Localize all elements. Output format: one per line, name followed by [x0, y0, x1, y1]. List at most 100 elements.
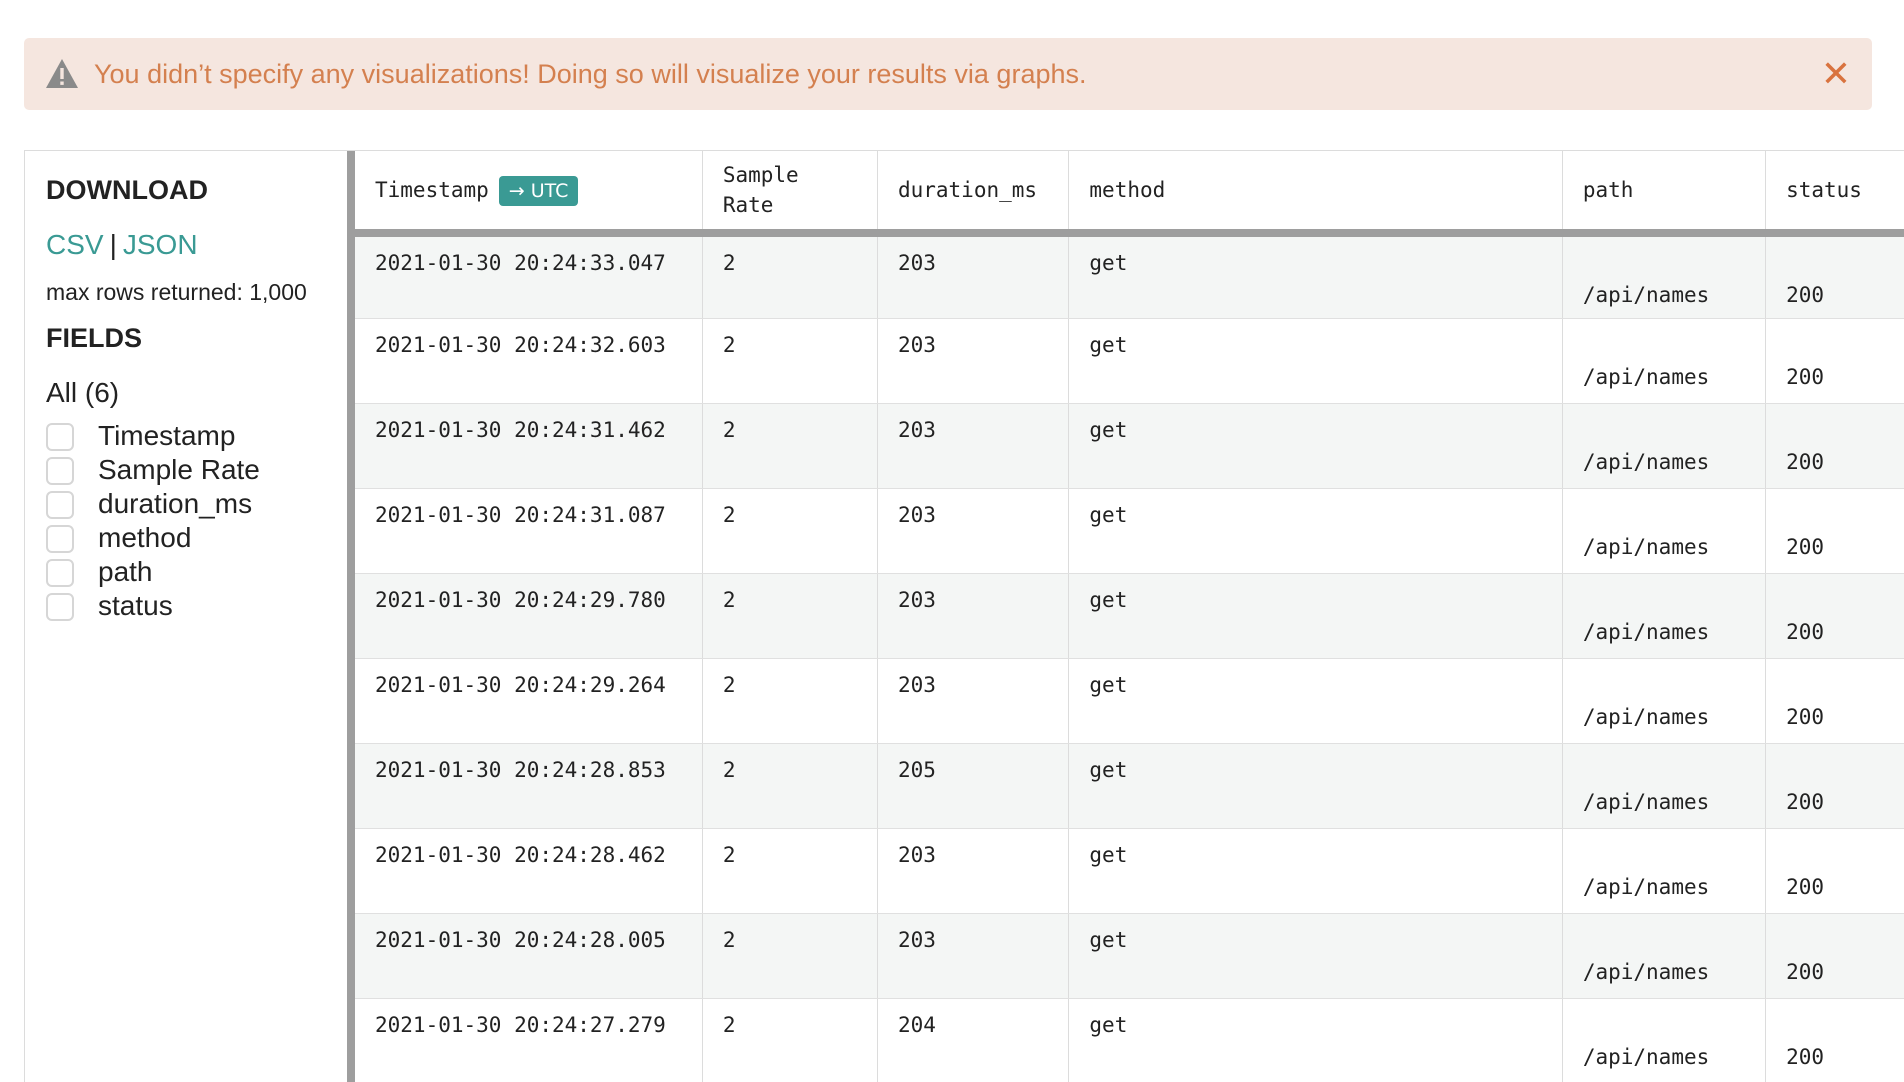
utc-toggle-button[interactable]: → UTC: [498, 175, 579, 206]
results-table: Timestamp → UTC Sample Rate duration_ms m…: [355, 151, 1904, 1082]
banner-message: You didn’t specify any visualizations! D…: [94, 59, 1087, 89]
table-row: 2021-01-30 20:24:32.603 2 203 get /api/n…: [355, 318, 1904, 404]
table-row: 2021-01-30 20:24:29.264 2 203 get /api/n…: [355, 658, 1904, 744]
cell-status: 200: [1765, 828, 1904, 914]
cell-path: /api/names: [1562, 743, 1767, 829]
field-checkbox[interactable]: [46, 559, 74, 587]
column-header-path[interactable]: path: [1562, 151, 1767, 233]
cell-path: /api/names: [1562, 233, 1767, 319]
field-item-path[interactable]: path: [46, 555, 326, 589]
cell-method: get: [1068, 488, 1563, 574]
field-checkbox[interactable]: [46, 525, 74, 553]
field-item-status[interactable]: status: [46, 589, 326, 623]
cell-sample-rate: 2: [702, 658, 878, 744]
cell-duration-ms: 203: [877, 828, 1070, 914]
table-row: 2021-01-30 20:24:31.087 2 203 get /api/n…: [355, 488, 1904, 574]
cell-duration-ms: 203: [877, 573, 1070, 659]
sidebar-resize-handle[interactable]: [347, 151, 355, 1082]
cell-timestamp: 2021-01-30 20:24:28.005: [355, 913, 703, 999]
cell-status: 200: [1765, 318, 1904, 404]
cell-sample-rate: 2: [702, 318, 878, 404]
cell-duration-ms: 205: [877, 743, 1070, 829]
field-label: duration_ms: [98, 488, 253, 519]
cell-method: get: [1068, 658, 1563, 744]
table-row: 2021-01-30 20:24:28.853 2 205 get /api/n…: [355, 743, 1904, 829]
table-row: 2021-01-30 20:24:33.047 2 203 get /api/n…: [355, 233, 1904, 319]
warning-icon: [46, 59, 78, 88]
cell-status: 200: [1765, 573, 1904, 659]
field-item-sample-rate[interactable]: Sample Rate: [46, 453, 326, 487]
cell-duration-ms: 203: [877, 233, 1070, 319]
cell-timestamp: 2021-01-30 20:24:31.087: [355, 488, 703, 574]
column-header-method[interactable]: method: [1068, 151, 1563, 233]
cell-timestamp: 2021-01-30 20:24:33.047: [355, 233, 703, 319]
cell-path: /api/names: [1562, 998, 1767, 1082]
all-fields-toggle[interactable]: All (6): [46, 377, 119, 409]
cell-status: 200: [1765, 403, 1904, 489]
column-header-sample-rate[interactable]: Sample Rate: [702, 151, 878, 233]
field-label: method: [98, 522, 192, 553]
table-row: 2021-01-30 20:24:29.780 2 203 get /api/n…: [355, 573, 1904, 659]
cell-duration-ms: 203: [877, 318, 1070, 404]
cell-sample-rate: 2: [702, 913, 878, 999]
cell-sample-rate: 2: [702, 488, 878, 574]
column-header-label: Timestamp: [375, 177, 489, 202]
cell-method: get: [1068, 403, 1563, 489]
cell-status: 200: [1765, 233, 1904, 319]
cell-duration-ms: 203: [877, 488, 1070, 574]
column-header-status[interactable]: status: [1765, 151, 1904, 233]
cell-sample-rate: 2: [702, 233, 878, 319]
cell-method: get: [1068, 743, 1563, 829]
cell-status: 200: [1765, 913, 1904, 999]
column-header-timestamp[interactable]: Timestamp → UTC: [355, 151, 703, 233]
field-checkbox[interactable]: [46, 457, 74, 485]
field-label: status: [98, 590, 173, 621]
csv-download-link[interactable]: CSV: [46, 229, 104, 260]
cell-timestamp: 2021-01-30 20:24:29.264: [355, 658, 703, 744]
results-panel: DOWNLOAD CSV | JSON max rows returned: 1,0…: [24, 150, 1904, 1082]
cell-path: /api/names: [1562, 488, 1767, 574]
cell-method: get: [1068, 828, 1563, 914]
cell-duration-ms: 203: [877, 658, 1070, 744]
cell-timestamp: 2021-01-30 20:24:31.462: [355, 403, 703, 489]
field-label: Timestamp: [98, 420, 236, 451]
cell-path: /api/names: [1562, 828, 1767, 914]
field-checkbox[interactable]: [46, 491, 74, 519]
cell-timestamp: 2021-01-30 20:24:27.279: [355, 998, 703, 1082]
column-header-label: Sample: [722, 163, 799, 187]
cell-sample-rate: 2: [702, 828, 878, 914]
json-download-link[interactable]: JSON: [123, 229, 198, 260]
field-checkbox[interactable]: [46, 593, 74, 621]
field-label: path: [98, 556, 153, 587]
cell-timestamp: 2021-01-30 20:24:28.853: [355, 743, 703, 829]
field-list: Timestamp Sample Rate duration_ms method…: [46, 419, 326, 623]
table-header-row: Timestamp → UTC Sample Rate duration_ms m…: [355, 151, 1904, 233]
max-rows-note: max rows returned: 1,000: [46, 279, 307, 305]
cell-method: get: [1068, 998, 1563, 1082]
field-checkbox[interactable]: [46, 423, 74, 451]
close-icon[interactable]: ✕: [1818, 56, 1854, 92]
fields-heading: FIELDS: [46, 323, 143, 353]
cell-timestamp: 2021-01-30 20:24:28.462: [355, 828, 703, 914]
visualization-warning-banner: You didn’t specify any visualizations! D…: [24, 38, 1872, 110]
cell-duration-ms: 203: [877, 913, 1070, 999]
cell-path: /api/names: [1562, 318, 1767, 404]
cell-path: /api/names: [1562, 658, 1767, 744]
cell-status: 200: [1765, 658, 1904, 744]
table-row: 2021-01-30 20:24:28.005 2 203 get /api/n…: [355, 913, 1904, 999]
field-label: Sample Rate: [98, 454, 260, 485]
cell-sample-rate: 2: [702, 573, 878, 659]
cell-status: 200: [1765, 488, 1904, 574]
results-table-container: Timestamp → UTC Sample Rate duration_ms m…: [355, 151, 1904, 1082]
cell-status: 200: [1765, 743, 1904, 829]
field-item-method[interactable]: method: [46, 521, 326, 555]
field-item-duration-ms[interactable]: duration_ms: [46, 487, 326, 521]
column-header-duration-ms[interactable]: duration_ms: [877, 151, 1070, 233]
sidebar: DOWNLOAD CSV | JSON max rows returned: 1,0…: [25, 151, 347, 1082]
cell-duration-ms: 203: [877, 403, 1070, 489]
cell-timestamp: 2021-01-30 20:24:32.603: [355, 318, 703, 404]
download-heading: DOWNLOAD: [46, 175, 208, 205]
field-item-timestamp[interactable]: Timestamp: [46, 419, 326, 453]
table-row: 2021-01-30 20:24:28.462 2 203 get /api/n…: [355, 828, 1904, 914]
link-separator: |: [109, 229, 117, 260]
